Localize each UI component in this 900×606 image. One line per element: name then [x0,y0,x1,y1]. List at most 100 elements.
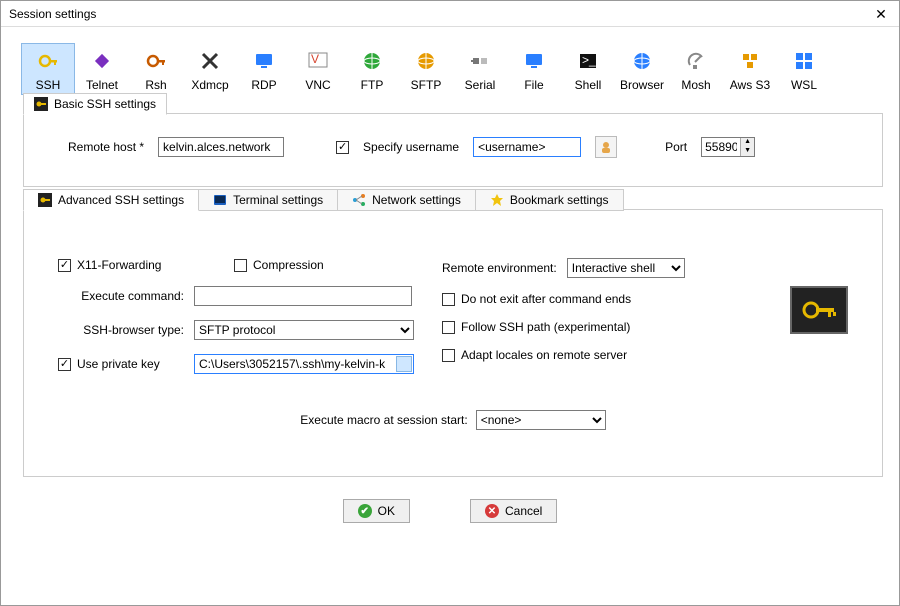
tab-bookmark-settings[interactable]: Bookmark settings [476,189,624,211]
protocol-label: Browser [616,78,668,92]
close-icon[interactable]: ✕ [871,4,891,24]
x11-forwarding-label: X11-Forwarding [77,258,161,272]
key-icon [34,97,48,111]
protocol-ftp[interactable]: FTP [345,43,399,95]
content-area: SSHTelnetRshXdmcpRDP V VNCFTPSFTPSerialFil… [1,27,899,523]
cancel-button-label: Cancel [505,504,542,518]
titlebar: Session settings ✕ [1,1,899,27]
protocol-label: Serial [454,78,506,92]
protocol-file[interactable]: File [507,43,561,95]
svg-text:>_: >_ [582,53,596,67]
private-key-path-input[interactable] [194,354,414,374]
port-label: Port [665,140,687,154]
specify-username-checkbox[interactable] [336,141,349,154]
ok-button[interactable]: ✔ OK [343,499,410,523]
use-private-key-checkbox[interactable] [58,358,71,371]
protocol-telnet[interactable]: Telnet [75,43,129,95]
protocol-label: SSH [22,78,74,92]
adapt-locales-label: Adapt locales on remote server [461,348,627,362]
x11-forwarding-checkbox[interactable] [58,259,71,272]
port-input[interactable] [702,138,740,156]
advanced-container: X11-Forwarding Compression Execute comma… [38,232,868,384]
username-input[interactable] [473,137,581,157]
username-picker-button[interactable] [595,136,617,158]
ssh-browser-type-label: SSH-browser type: [58,323,188,337]
protocol-browser[interactable]: Browser [615,43,669,95]
protocol-vnc[interactable]: V VNC [291,43,345,95]
aws s3-icon [724,48,776,74]
protocol-wsl[interactable]: WSL [777,43,831,95]
ssh-browser-type-select[interactable]: SFTP protocol [194,320,414,340]
star-icon [490,193,504,207]
cancel-button[interactable]: ✕ Cancel [470,499,557,523]
big-key-icon [799,295,839,325]
protocol-sftp[interactable]: SFTP [399,43,453,95]
key-graphic [790,286,848,374]
svg-text:V: V [311,52,319,66]
macro-row: Execute macro at session start: <none> [38,410,868,430]
ftp-icon [346,48,398,74]
tab-advanced-ssh[interactable]: Advanced SSH settings [23,189,199,211]
compression-label: Compression [253,258,324,272]
ok-button-label: OK [378,504,395,518]
tab-network-settings-label: Network settings [372,193,461,207]
browser-icon [616,48,668,74]
telnet-icon [76,48,128,74]
tab-advanced-ssh-label: Advanced SSH settings [58,193,184,207]
port-down-icon[interactable]: ▼ [741,147,754,156]
tab-network-settings[interactable]: Network settings [338,189,476,211]
ssh-icon [22,48,74,74]
advanced-tab-row: Advanced SSH settings Terminal settings … [23,189,624,211]
browse-file-icon[interactable] [396,356,412,372]
execute-command-input[interactable] [194,286,412,306]
protocol-label: Mosh [670,78,722,92]
protocol-shell[interactable]: >_ Shell [561,43,615,95]
tab-basic-ssh-label: Basic SSH settings [54,97,156,111]
protocol-rsh[interactable]: Rsh [129,43,183,95]
specify-username-label: Specify username [363,140,459,154]
protocol-label: Telnet [76,78,128,92]
ok-icon: ✔ [358,504,372,518]
adapt-locales-checkbox[interactable] [442,349,455,362]
wsl-icon [778,48,830,74]
execute-macro-select[interactable]: <none> [476,410,606,430]
protocol-label: VNC [292,78,344,92]
cancel-icon: ✕ [485,504,499,518]
terminal-icon [213,193,227,207]
tab-basic-ssh[interactable]: Basic SSH settings [23,93,167,115]
remote-environment-select[interactable]: Interactive shell [567,258,685,278]
remote-host-input[interactable] [158,137,284,157]
protocol-label: Xdmcp [184,78,236,92]
compression-checkbox[interactable] [234,259,247,272]
key-icon [38,193,52,207]
vnc-icon: V [292,48,344,74]
protocol-label: SFTP [400,78,452,92]
protocol-xdmcp[interactable]: Xdmcp [183,43,237,95]
port-spinner[interactable]: ▲▼ [701,137,755,157]
file-icon [508,48,560,74]
execute-command-label: Execute command: [58,289,188,303]
protocol-row: SSHTelnetRshXdmcpRDP V VNCFTPSFTPSerialFil… [21,43,887,95]
do-not-exit-checkbox[interactable] [442,293,455,306]
shell-icon: >_ [562,48,614,74]
tab-bookmark-settings-label: Bookmark settings [510,193,609,207]
advanced-ssh-panel: Advanced SSH settings Terminal settings … [23,209,883,477]
sftp-icon [400,48,452,74]
port-up-icon[interactable]: ▲ [741,138,754,147]
protocol-mosh[interactable]: Mosh [669,43,723,95]
tab-terminal-settings[interactable]: Terminal settings [199,189,338,211]
rsh-icon [130,48,182,74]
dialog-buttons: ✔ OK ✕ Cancel [13,499,887,523]
protocol-ssh[interactable]: SSH [21,43,75,95]
protocol-label: Aws S3 [724,78,776,92]
xdmcp-icon [184,48,236,74]
protocol-aws-s3[interactable]: Aws S3 [723,43,777,95]
follow-ssh-path-checkbox[interactable] [442,321,455,334]
protocol-rdp[interactable]: RDP [237,43,291,95]
protocol-serial[interactable]: Serial [453,43,507,95]
session-settings-window: Session settings ✕ SSHTelnetRshXdmcpRDPV… [0,0,900,606]
use-private-key-label: Use private key [77,357,160,371]
remote-environment-label: Remote environment: [442,261,557,275]
protocol-label: Shell [562,78,614,92]
follow-ssh-path-label: Follow SSH path (experimental) [461,320,630,334]
